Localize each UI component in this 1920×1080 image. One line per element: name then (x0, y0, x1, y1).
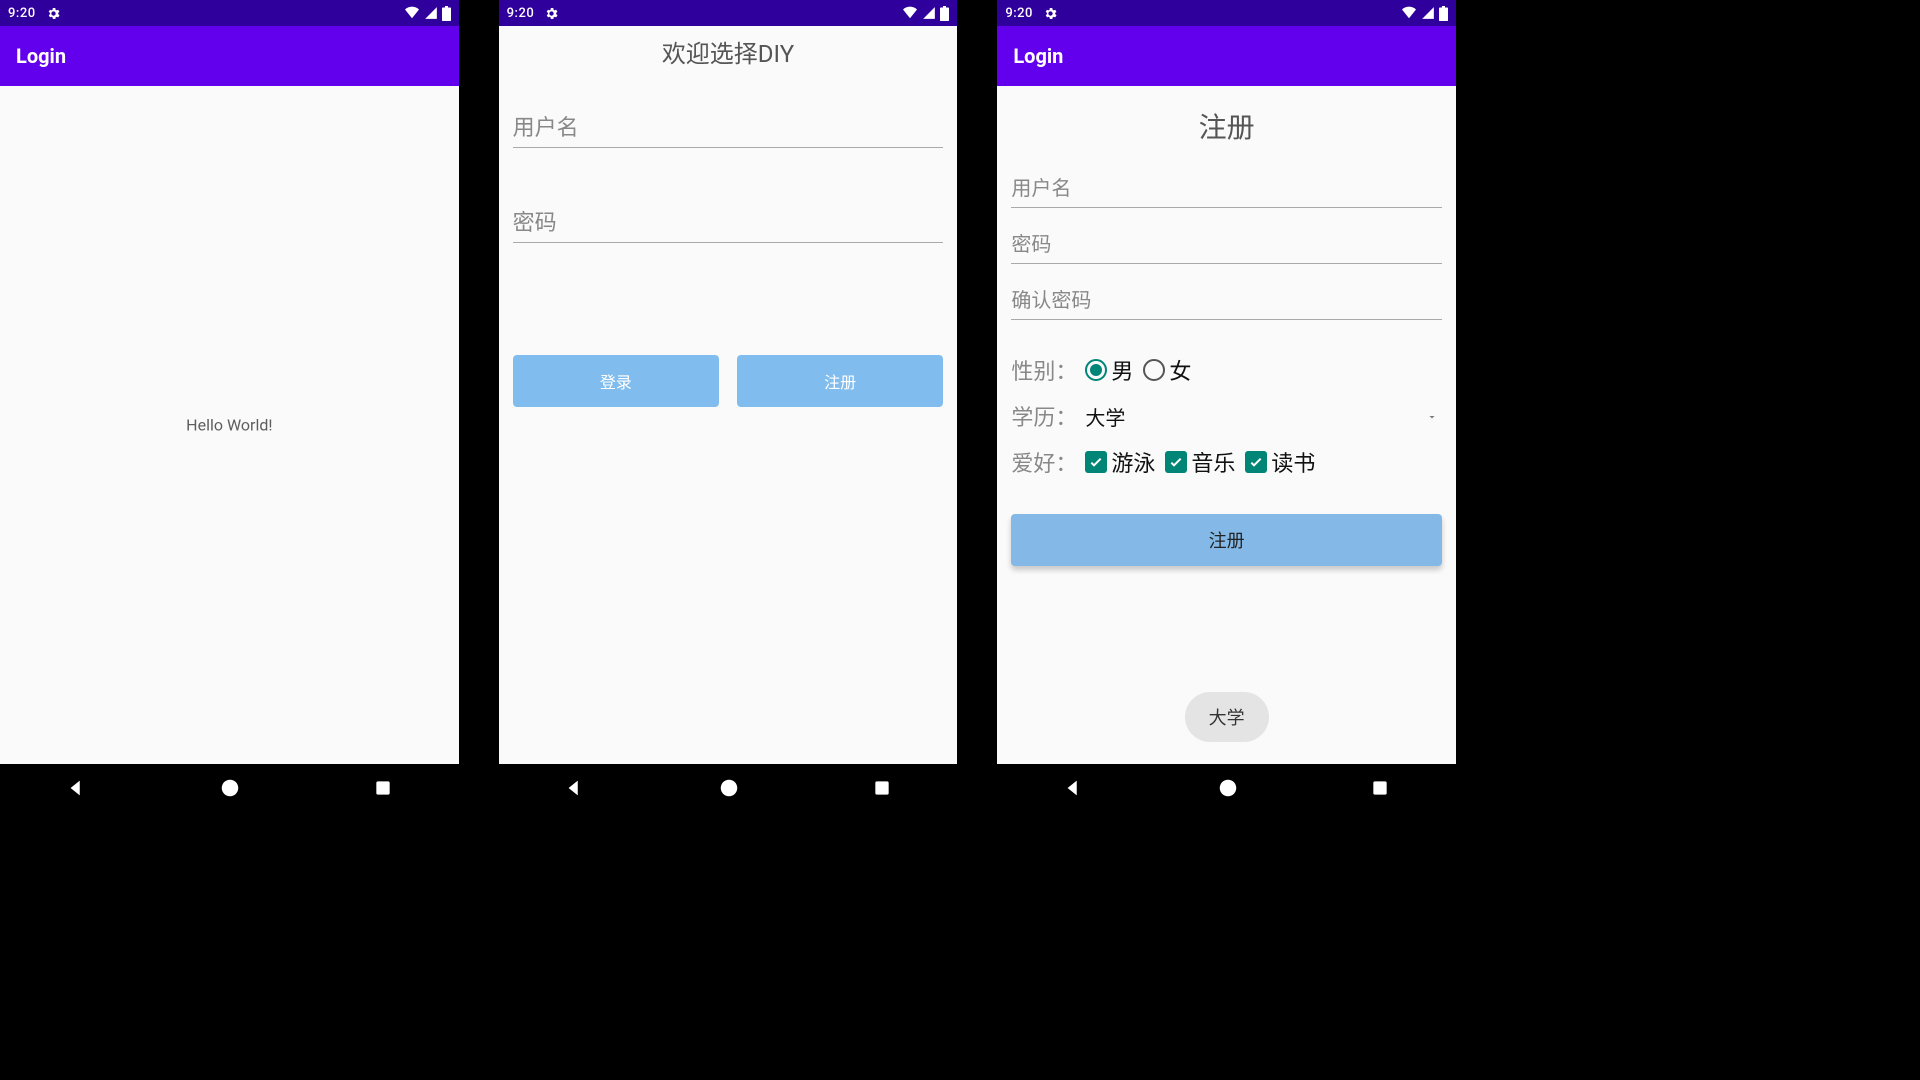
radio-male-label: 男 (1111, 354, 1133, 386)
hobby-row: 爱好： 游泳 音乐 读书 (1011, 446, 1442, 478)
checkbox-swim-label: 游泳 (1111, 446, 1155, 478)
nav-back-icon[interactable] (1063, 777, 1085, 803)
education-value: 大学 (1085, 402, 1125, 431)
device-1: 9:20 Login Hello World! (0, 0, 459, 816)
nav-recent-icon[interactable] (872, 778, 892, 802)
status-bar: 9:20 (499, 0, 958, 26)
status-clock: 9:20 (1005, 6, 1033, 21)
gender-label: 性别： (1011, 354, 1085, 386)
checkbox-music-label: 音乐 (1191, 446, 1235, 478)
screen1-content: Hello World! (0, 86, 459, 764)
checkbox-read[interactable] (1245, 451, 1267, 473)
app-bar: Login (0, 26, 459, 86)
hello-text: Hello World! (0, 416, 459, 435)
signal-icon (1421, 6, 1435, 20)
status-clock: 9:20 (8, 6, 36, 21)
username-input[interactable] (1011, 172, 1442, 208)
status-clock: 9:20 (507, 6, 535, 21)
page-title: 欢迎选择DIY (513, 26, 944, 109)
education-label: 学历： (1011, 400, 1085, 432)
wifi-icon (902, 6, 918, 20)
confirm-password-input[interactable] (1011, 284, 1442, 320)
nav-recent-icon[interactable] (1370, 778, 1390, 802)
radio-female[interactable] (1143, 359, 1165, 381)
screen3-content: 注册 性别： 男 女 学历： 大学 爱好： 游泳 音乐 读书 注册 (997, 86, 1456, 764)
nav-home-icon[interactable] (718, 777, 740, 803)
radio-male[interactable] (1085, 359, 1107, 381)
checkbox-music[interactable] (1165, 451, 1187, 473)
nav-home-icon[interactable] (219, 777, 241, 803)
wifi-icon (1401, 6, 1417, 20)
register-button[interactable]: 注册 (737, 355, 943, 407)
login-button[interactable]: 登录 (513, 355, 719, 407)
gender-row: 性别： 男 女 (1011, 354, 1442, 386)
battery-icon (1439, 6, 1448, 21)
status-bar: 9:20 (997, 0, 1456, 26)
app-title: Login (1013, 44, 1063, 68)
password-input[interactable] (1011, 228, 1442, 264)
radio-female-label: 女 (1169, 354, 1191, 386)
signal-icon (922, 6, 936, 20)
page-title: 注册 (1011, 86, 1442, 172)
battery-icon (940, 6, 949, 21)
password-input[interactable] (513, 204, 944, 243)
gear-icon (1043, 6, 1058, 21)
device-2: 9:20 欢迎选择DIY 登录 注册 (499, 0, 958, 816)
nav-home-icon[interactable] (1217, 777, 1239, 803)
signal-icon (424, 6, 438, 20)
app-bar: Login (997, 26, 1456, 86)
nav-back-icon[interactable] (66, 777, 88, 803)
app-title: Login (16, 44, 66, 68)
education-spinner[interactable]: 大学 (1085, 402, 1442, 431)
nav-bar (997, 764, 1456, 816)
nav-recent-icon[interactable] (373, 778, 393, 802)
hobby-label: 爱好： (1011, 446, 1085, 478)
screen2-content: 欢迎选择DIY 登录 注册 (499, 26, 958, 764)
status-bar: 9:20 (0, 0, 459, 26)
checkbox-swim[interactable] (1085, 451, 1107, 473)
wifi-icon (404, 6, 420, 20)
nav-bar (0, 764, 459, 816)
chevron-down-icon (1426, 404, 1438, 429)
education-row: 学历： 大学 (1011, 400, 1442, 432)
gear-icon (46, 6, 61, 21)
username-input[interactable] (513, 109, 944, 148)
submit-register-button[interactable]: 注册 (1011, 514, 1442, 566)
battery-icon (442, 6, 451, 21)
nav-bar (499, 764, 958, 816)
gear-icon (544, 6, 559, 21)
device-3: 9:20 Login 注册 性别： 男 女 学历： 大学 (997, 0, 1456, 816)
checkbox-read-label: 读书 (1271, 446, 1315, 478)
nav-back-icon[interactable] (564, 777, 586, 803)
toast: 大学 (1185, 692, 1269, 742)
